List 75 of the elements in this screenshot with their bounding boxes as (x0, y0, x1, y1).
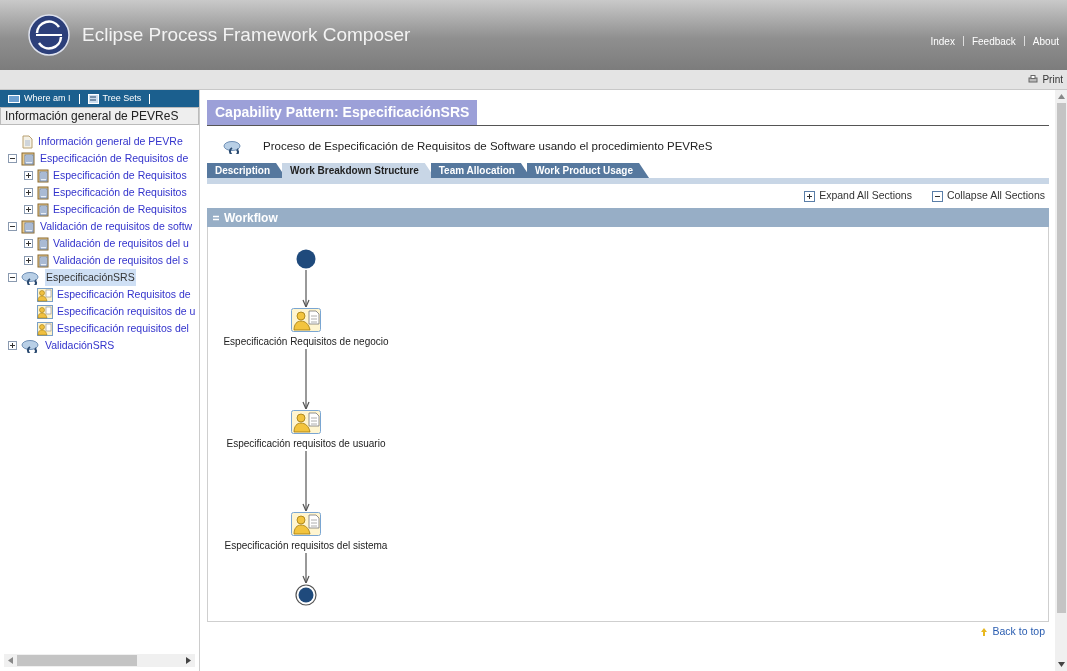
people-icon (37, 304, 53, 319)
nav-tab[interactable]: Where am I (8, 91, 71, 106)
expand-icon[interactable] (8, 341, 17, 350)
task-node-label: Especificación requisitos del sistema (224, 539, 388, 553)
collapse-icon[interactable] (8, 154, 17, 163)
description-text: Proceso de Especificación de Requisitos de Software usando el procedimiento PEVReS (263, 139, 713, 155)
tree-icon (87, 93, 99, 104)
task-node-icon[interactable] (291, 512, 321, 536)
task-node-label: Especificación requisitos de usuario (226, 437, 386, 451)
flow-arrow (302, 553, 310, 583)
flow-arrow (302, 270, 310, 307)
window-icon (8, 94, 20, 103)
expand-icon[interactable] (24, 205, 33, 214)
tree-item[interactable]: Especificación de Requisitos de (40, 150, 189, 167)
expand-icon (804, 190, 816, 202)
document-icon (37, 236, 49, 251)
scroll-up-icon[interactable] (1057, 94, 1065, 99)
task-node-label: Especificación Requisitos de negocio (223, 335, 389, 349)
tree-item[interactable]: Validación de requisitos del u (53, 235, 189, 252)
book-icon (21, 219, 36, 234)
flow-arrow (302, 349, 310, 409)
expand-icon[interactable] (24, 239, 33, 248)
document-icon (37, 185, 49, 200)
scrollbar-thumb[interactable] (1056, 103, 1066, 613)
view-title: Información general de PEVReS (0, 107, 199, 125)
scroll-right-icon[interactable] (186, 657, 191, 664)
scrollbar-thumb[interactable] (17, 655, 137, 666)
up-arrow-icon (980, 626, 989, 637)
tree-item[interactable]: Especificación de Requisitos (53, 184, 187, 201)
section-title: Workflow (224, 209, 278, 227)
expand-icon[interactable] (24, 256, 33, 265)
tree-item[interactable]: EspecificaciónSRS (45, 269, 136, 286)
document-icon (37, 202, 49, 217)
tree-item[interactable]: Especificación de Requisitos (53, 167, 187, 184)
document-icon (37, 168, 49, 183)
tree-item[interactable]: Validación de requisitos de softw (40, 218, 193, 235)
page-icon (21, 134, 34, 149)
back-to-top-link[interactable]: Back to top (980, 624, 1045, 640)
print-button[interactable]: Print (1028, 72, 1063, 87)
app-title: Eclipse Process Framework Composer (82, 22, 411, 47)
cycle-icon (21, 270, 41, 285)
scroll-down-icon[interactable] (1057, 662, 1065, 667)
book-icon (21, 151, 36, 166)
expand-all-link[interactable]: Expand All Sections (804, 188, 912, 204)
tree-item[interactable]: Validación de requisitos del s (53, 252, 189, 269)
tree-item[interactable]: Especificación requisitos de u (57, 303, 196, 320)
collapse-icon[interactable] (8, 273, 17, 282)
collapse-all-link[interactable]: Collapse All Sections (931, 188, 1045, 204)
nav-tab[interactable]: Tree Sets (87, 91, 142, 106)
people-icon (37, 287, 53, 302)
tree-item[interactable]: Especificación de Requisitos (53, 201, 187, 218)
horizontal-scrollbar[interactable] (4, 654, 195, 667)
collapse-icon[interactable] (8, 222, 17, 231)
start-node (296, 249, 316, 269)
tab[interactable]: Work Product Usage (526, 163, 650, 178)
scroll-left-icon[interactable] (8, 657, 13, 664)
cycle-icon (223, 140, 243, 154)
task-node-icon[interactable] (291, 308, 321, 332)
tree-item[interactable]: Especificación Requisitos de (57, 286, 191, 303)
collapse-icon (931, 190, 943, 202)
end-node (295, 584, 317, 606)
flow-arrow (302, 451, 310, 511)
cycle-icon (21, 338, 41, 353)
document-icon (37, 253, 49, 268)
expand-icon[interactable] (24, 171, 33, 180)
vertical-scrollbar[interactable] (1055, 90, 1067, 671)
tree-item[interactable]: Información general de PEVRe (38, 133, 183, 150)
printer-icon (1028, 75, 1039, 84)
tree-item[interactable]: Especificación requisitos del (57, 320, 189, 337)
page-heading: Capability Pattern: EspecificaciónSRS (207, 100, 478, 125)
tree-item[interactable]: ValidaciónSRS (45, 337, 115, 354)
expand-icon[interactable] (24, 188, 33, 197)
task-node-icon[interactable] (291, 410, 321, 434)
logo-icon (28, 14, 70, 56)
people-icon (37, 321, 53, 336)
